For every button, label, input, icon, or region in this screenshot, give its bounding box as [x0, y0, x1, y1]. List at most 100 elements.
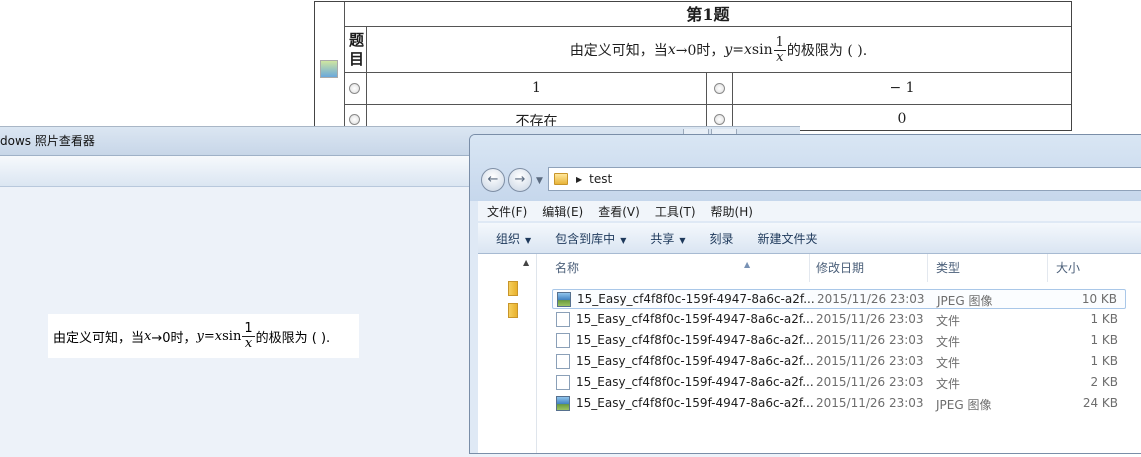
new-folder-button[interactable]: 新建文件夹: [758, 230, 818, 247]
file-row[interactable]: 15_Easy_cf4f8f0c-159f-4947-8a6c-a2f... 2…: [552, 352, 1126, 372]
question-title: 第1题: [686, 5, 730, 24]
folder-icon: [554, 173, 568, 185]
file-size: 1 KB: [1090, 333, 1118, 347]
burn-button[interactable]: 刻录: [710, 230, 734, 247]
file-type: 文件: [936, 314, 961, 328]
option-d-radio[interactable]: [714, 114, 725, 125]
file-date: 2015/11/26 23:03: [816, 333, 924, 347]
jpeg-icon: [556, 396, 570, 411]
file-date: 2015/11/26 23:03: [816, 375, 924, 389]
back-button[interactable]: ←: [481, 168, 505, 192]
fraction-numerator: 1: [773, 34, 786, 51]
image-placeholder-icon: [320, 60, 338, 78]
stem-label: 题目: [347, 32, 365, 70]
photo-fn: sin: [222, 328, 242, 344]
file-type: JPEG 图像: [936, 398, 992, 412]
column-header-size[interactable]: 大小: [1048, 254, 1141, 282]
share-label: 共享: [650, 231, 675, 246]
photo-prefix: 由定义可知，当: [53, 330, 145, 346]
file-icon: [556, 354, 570, 369]
file-row[interactable]: 15_Easy_cf4f8f0c-159f-4947-8a6c-a2f... 2…: [552, 310, 1126, 330]
file-size: 24 KB: [1082, 396, 1118, 410]
explorer-window: ← → ▼ ▶ test 文件(F) 编辑(E) 查看(V) 工具(T) 帮助(…: [469, 134, 1141, 454]
menu-edit[interactable]: 编辑(E): [542, 203, 583, 220]
file-date: 2015/11/26 23:03: [816, 396, 924, 410]
folder-icon[interactable]: [508, 281, 518, 296]
recent-pages-dropdown-icon[interactable]: ▼: [536, 176, 543, 186]
stem-expr: x: [744, 42, 752, 58]
file-name: 15_Easy_cf4f8f0c-159f-4947-8a6c-a2f...: [576, 312, 814, 326]
sort-ascending-icon: ▲: [744, 260, 751, 269]
scroll-up-icon[interactable]: ▲: [523, 258, 529, 267]
explorer-command-bar: 组织 ▼ 包含到库中 ▼ 共享 ▼ 刻录 新建文件夹: [478, 223, 1141, 254]
file-row[interactable]: 15_Easy_cf4f8f0c-159f-4947-8a6c-a2f... 2…: [552, 331, 1126, 351]
address-bar[interactable]: ▶ test: [548, 167, 1141, 191]
stem-suffix: 的极限为 ( ).: [786, 43, 868, 59]
file-size: 1 KB: [1090, 354, 1118, 368]
question-stem: 由定义可知，当 x →0时， y = x sin 1 x 的极限为 ( ).: [366, 27, 1071, 73]
file-type: JPEG 图像: [937, 294, 993, 308]
explorer-menubar: 文件(F) 编辑(E) 查看(V) 工具(T) 帮助(H): [478, 201, 1141, 221]
file-icon: [556, 333, 570, 348]
table-divider: [344, 104, 1071, 105]
option-b-radio[interactable]: [714, 83, 725, 94]
back-arrow-icon: ←: [487, 172, 499, 187]
chevron-down-icon: ▼: [620, 235, 627, 245]
fraction-denominator: x: [776, 49, 784, 65]
menu-file[interactable]: 文件(F): [487, 203, 527, 220]
include-in-library-button[interactable]: 包含到库中 ▼: [555, 230, 626, 247]
file-size: 2 KB: [1090, 375, 1118, 389]
jpeg-icon: [557, 292, 571, 307]
file-date: 2015/11/26 23:03: [816, 354, 924, 368]
menu-view[interactable]: 查看(V): [598, 203, 640, 220]
option-a-radio[interactable]: [349, 83, 360, 94]
file-date: 2015/11/26 23:03: [816, 312, 924, 326]
file-name: 15_Easy_cf4f8f0c-159f-4947-8a6c-a2f...: [577, 292, 815, 306]
organize-label: 组织: [496, 231, 521, 246]
file-row[interactable]: 15_Easy_cf4f8f0c-159f-4947-8a6c-a2f... 2…: [552, 373, 1126, 393]
organize-button[interactable]: 组织 ▼: [496, 230, 531, 247]
file-name: 15_Easy_cf4f8f0c-159f-4947-8a6c-a2f...: [576, 375, 814, 389]
file-name: 15_Easy_cf4f8f0c-159f-4947-8a6c-a2f...: [576, 396, 814, 410]
folder-icon[interactable]: [508, 303, 518, 318]
include-label: 包含到库中: [555, 231, 616, 246]
file-date: 2015/11/26 23:03: [817, 292, 925, 306]
chevron-down-icon: ▼: [525, 235, 532, 245]
option-c-radio[interactable]: [349, 114, 360, 125]
viewer-title: dows 照片查看器: [0, 134, 95, 148]
forward-arrow-icon: →: [514, 172, 526, 187]
viewer-photo: 由定义可知，当 x →0时， y = x sin 1 x 的极限为 ( ).: [48, 314, 359, 358]
forward-button[interactable]: →: [508, 168, 532, 192]
photo-var: x: [144, 328, 152, 344]
option-d-label: 0: [897, 111, 907, 127]
menu-help[interactable]: 帮助(H): [711, 203, 753, 220]
file-size: 1 KB: [1090, 312, 1118, 326]
menu-tools[interactable]: 工具(T): [655, 203, 696, 220]
file-type: 文件: [936, 377, 961, 391]
breadcrumb-arrow-icon[interactable]: ▶: [576, 175, 582, 184]
quiz-table: 第1题 题目 由定义可知，当 x →0时， y = x sin 1 x 的极限为…: [314, 1, 1072, 131]
photo-eq: =: [203, 328, 215, 344]
address-path[interactable]: test: [589, 172, 612, 186]
navigation-pane: ▲: [478, 254, 537, 453]
photo-expr: x: [214, 328, 223, 344]
stem-prefix: 由定义可知，当: [569, 43, 668, 59]
share-button[interactable]: 共享 ▼: [650, 230, 685, 247]
photo-lhs: y: [196, 328, 204, 344]
column-name-label: 名称: [555, 261, 580, 275]
photo-arrow: →0时，: [151, 330, 197, 346]
file-name: 15_Easy_cf4f8f0c-159f-4947-8a6c-a2f...: [576, 333, 814, 347]
photo-suffix: 的极限为 ( ).: [255, 330, 331, 346]
file-name: 15_Easy_cf4f8f0c-159f-4947-8a6c-a2f...: [576, 354, 814, 368]
file-row[interactable]: 15_Easy_cf4f8f0c-159f-4947-8a6c-a2f... 2…: [552, 394, 1126, 414]
option-a-label: 1: [532, 80, 541, 96]
column-header-type[interactable]: 类型: [928, 254, 1048, 282]
column-header-date[interactable]: 修改日期: [808, 254, 928, 282]
stem-arrow: →0时，: [675, 43, 725, 59]
file-type: 文件: [936, 356, 961, 370]
chevron-down-icon: ▼: [679, 235, 686, 245]
file-icon: [556, 375, 570, 390]
option-b-label: − 1: [889, 80, 915, 96]
column-header-name[interactable]: 名称 ▲: [547, 254, 810, 282]
file-row[interactable]: 15_Easy_cf4f8f0c-159f-4947-8a6c-a2f... 2…: [552, 289, 1126, 309]
